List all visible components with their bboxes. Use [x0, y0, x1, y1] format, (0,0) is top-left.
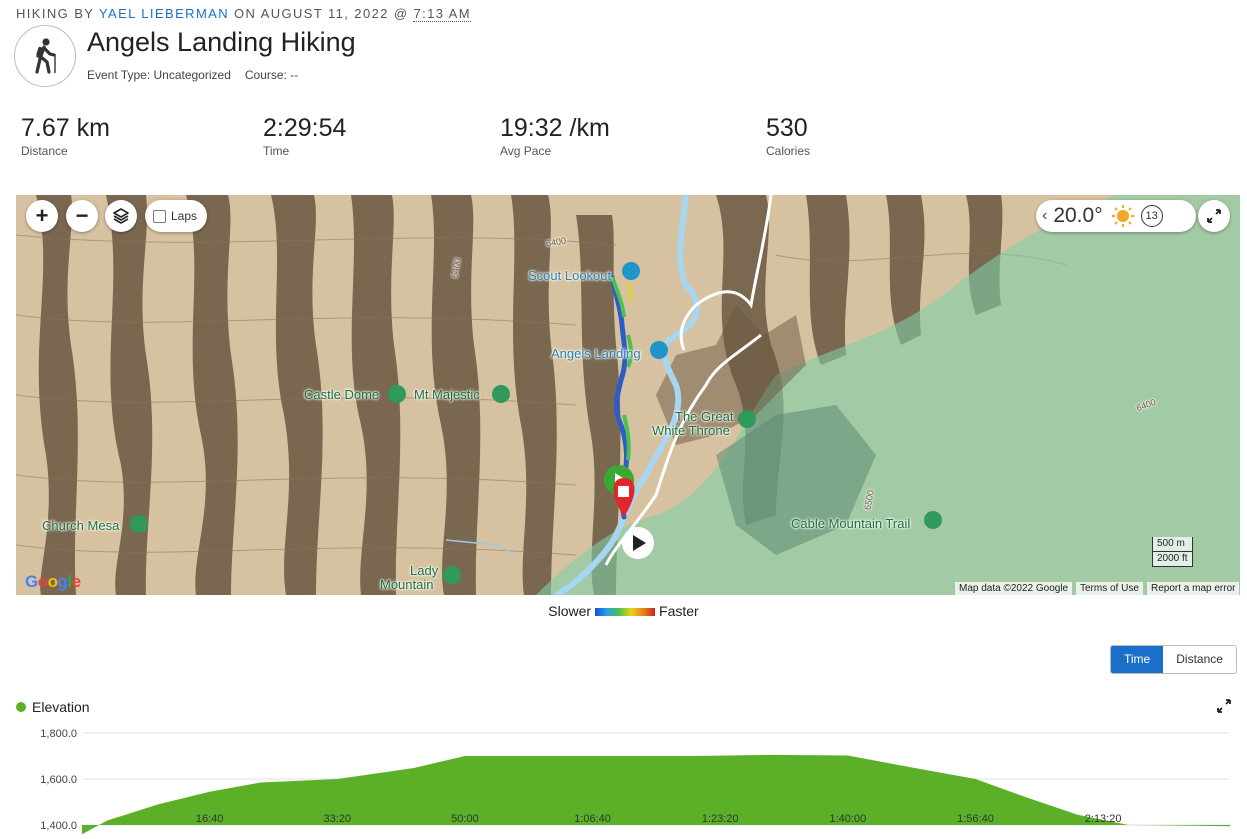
stat-label: Calories	[766, 144, 811, 158]
place-lady-mountain-1[interactable]: Lady	[410, 563, 438, 578]
place-great-white-throne-2[interactable]: White Throne	[652, 423, 730, 438]
route-map[interactable]: Scout Lookout Angels Landing Castle Dome…	[16, 195, 1240, 595]
faster-label: Faster	[659, 603, 699, 619]
google-logo: Google	[25, 572, 81, 591]
activity-byline: HIKING BY YAEL LIEBERMAN ON AUGUST 11, 2…	[16, 6, 471, 22]
stat-value: 7.67 km	[21, 114, 110, 142]
slower-label: Slower	[548, 603, 592, 619]
y-tick-label: 1,600.0	[40, 774, 77, 786]
speed-gradient	[595, 608, 656, 617]
stat-calories: 530 Calories	[766, 114, 810, 158]
wind-speed: 13	[1140, 205, 1163, 227]
stat-label: Distance	[21, 144, 68, 158]
terms-link[interactable]: Terms of Use	[1076, 582, 1143, 595]
place-scout-lookout[interactable]: Scout Lookout	[528, 268, 611, 283]
time-toggle-button[interactable]: Time	[1111, 646, 1164, 673]
y-tick-label: 1,800.0	[40, 728, 77, 740]
stat-label: Avg Pace	[500, 144, 552, 158]
scale-metric: 500 m	[1152, 537, 1193, 552]
stat-pace: 19:32 /km Avg Pace	[500, 114, 610, 158]
elevation-legend-dot	[16, 702, 26, 712]
map-attribution: Map data ©2022 Google	[955, 582, 1073, 595]
weather-widget[interactable]: ‹ 20.0° 13	[1036, 200, 1196, 232]
expand-icon	[1207, 209, 1221, 223]
x-tick-label: 1:40:00	[829, 813, 866, 825]
chart-expand-button[interactable]	[1217, 699, 1231, 718]
x-tick-label: 50:00	[451, 813, 479, 825]
course: Course: --	[244, 68, 299, 82]
laps-label: Laps	[171, 209, 198, 223]
place-angels-landing[interactable]: Angels Landing	[551, 346, 641, 361]
event-type: Event Type: Uncategorized	[87, 68, 231, 82]
x-tick-label: 1:56:40	[957, 813, 994, 825]
y-tick-label: 1,400.0	[40, 820, 77, 832]
stat-value: 19:32 /km	[500, 114, 610, 142]
zoom-out-button[interactable]: −	[66, 200, 98, 232]
layers-icon	[113, 208, 129, 224]
map-fullscreen-button[interactable]	[1198, 200, 1230, 232]
x-tick-label: 33:20	[324, 813, 352, 825]
scale-imperial: 2000 ft	[1152, 552, 1193, 567]
activity-meta: Event Type: Uncategorized Course: --	[87, 68, 312, 82]
place-mt-majestic[interactable]: Mt Majestic	[414, 387, 480, 402]
activity-time[interactable]: 7:13 AM	[413, 6, 471, 22]
map-terrain	[16, 195, 1240, 595]
byline-date: ON AUGUST 11, 2022 @	[234, 6, 409, 21]
elevation-area	[82, 754, 1230, 835]
place-great-white-throne-1[interactable]: The Great	[675, 409, 734, 424]
place-lady-mountain-2[interactable]: Mountain	[380, 577, 433, 592]
stat-distance: 7.67 km Distance	[21, 114, 110, 158]
activity-title: Angels Landing Hiking	[87, 27, 356, 57]
temperature: 20.0°	[1053, 204, 1103, 227]
place-castle-dome[interactable]: Castle Dome	[304, 387, 379, 402]
author-link[interactable]: YAEL LIEBERMAN	[99, 6, 229, 21]
place-church-mesa[interactable]: Church Mesa	[42, 518, 119, 533]
axis-toggle[interactable]: Time Distance	[1110, 645, 1237, 674]
laps-toggle[interactable]: Laps	[145, 200, 208, 232]
stat-value: 2:29:54	[263, 114, 347, 142]
x-tick-label: 16:40	[196, 813, 224, 825]
hiker-icon	[14, 25, 76, 87]
elevation-legend-label: Elevation	[32, 699, 90, 715]
byline-prefix: HIKING BY	[16, 6, 95, 21]
stat-label: Time	[263, 144, 290, 158]
x-tick-label: 2:13:20	[1085, 813, 1122, 825]
stat-value: 530	[766, 114, 808, 142]
distance-toggle-button[interactable]: Distance	[1163, 646, 1236, 673]
zoom-in-button[interactable]: +	[26, 200, 58, 232]
elevation-legend[interactable]: Elevation	[16, 699, 90, 715]
stat-time: 2:29:54 Time	[263, 114, 346, 158]
sun-icon	[1111, 205, 1134, 227]
place-cable-mountain-trail[interactable]: Cable Mountain Trail	[791, 516, 910, 531]
elevation-chart[interactable]: 1,800.0 1,600.0 1,400.0 16:40 33:20 50:00 1:06…	[0, 720, 1247, 839]
x-tick-label: 1:06:40	[574, 813, 611, 825]
report-error-link[interactable]: Report a map error	[1147, 582, 1240, 595]
chevron-left-icon[interactable]: ‹	[1042, 207, 1047, 225]
speed-legend: Slower Faster	[0, 603, 1247, 619]
layers-button[interactable]	[105, 200, 137, 232]
expand-icon	[1217, 699, 1231, 713]
x-tick-label: 1:23:20	[702, 813, 739, 825]
laps-checkbox[interactable]	[153, 209, 166, 223]
map-scale: 500 m 2000 ft	[1152, 537, 1193, 567]
